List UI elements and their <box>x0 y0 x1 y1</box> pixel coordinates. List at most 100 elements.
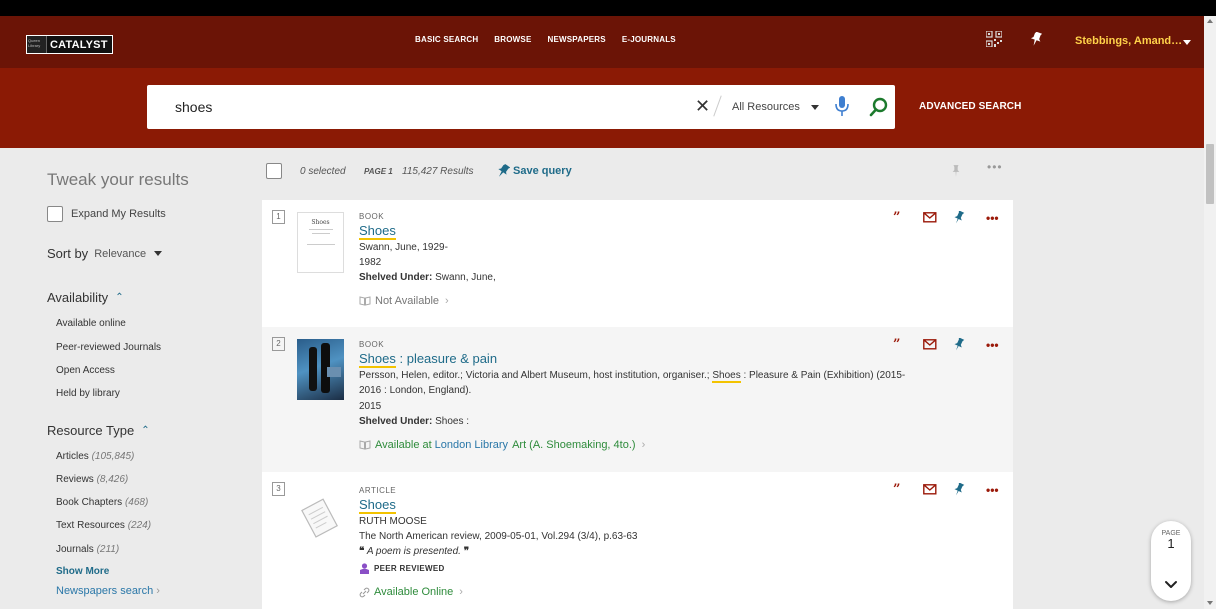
qr-code-icon[interactable] <box>986 31 1002 47</box>
pin-icon[interactable] <box>953 338 986 351</box>
shelved-label: Shelved Under: <box>359 272 433 283</box>
result-author: RUTH MOOSE <box>359 516 427 527</box>
book-cover-thumbnail[interactable] <box>297 339 344 400</box>
more-icon[interactable]: ••• <box>986 338 999 352</box>
clear-search-icon[interactable]: ✕ <box>695 97 710 115</box>
result-card-3[interactable]: 3 ARTICLE Shoes RUTH MOOSE The North Ame… <box>262 472 1013 609</box>
facet-label[interactable]: Book Chapters <box>56 497 122 508</box>
newspapers-search-link[interactable]: Newspapers search › <box>56 585 160 597</box>
results-count: 115,427 Results <box>402 166 474 177</box>
article-thumbnail-icon[interactable] <box>299 497 341 541</box>
scope-caret-icon[interactable] <box>811 105 819 110</box>
pin-icon[interactable] <box>953 483 986 496</box>
scroll-up-icon[interactable] <box>1207 19 1213 23</box>
result-card-2[interactable]: 2 BOOK Shoes : pleasure & pain Persson, … <box>262 327 1013 472</box>
expand-label[interactable]: Expand My Results <box>71 208 166 220</box>
sort-by-value[interactable]: Relevance <box>94 248 146 260</box>
facet-book-chapters[interactable]: Book Chapters (468) <box>56 497 148 508</box>
select-all-checkbox[interactable] <box>266 163 282 179</box>
book-icon <box>359 440 371 450</box>
facet-reviews[interactable]: Reviews (8,426) <box>56 474 128 485</box>
expand-checkbox[interactable] <box>47 206 63 222</box>
advanced-search-link[interactable]: ADVANCED SEARCH <box>919 101 1021 112</box>
search-icon[interactable] <box>869 97 889 117</box>
availability-facet-title[interactable]: Availability ⌃ <box>47 290 124 305</box>
more-icon[interactable]: ••• <box>986 211 999 225</box>
facet-label[interactable]: Text Resources <box>56 520 125 531</box>
result-actions: ” ••• <box>893 482 999 497</box>
result-title[interactable]: Shoes : pleasure & pain <box>359 351 497 368</box>
result-title[interactable]: Shoes <box>359 497 396 514</box>
nav-newspapers[interactable]: NEWSPAPERS <box>548 35 606 44</box>
availability-text[interactable]: Available Online <box>374 586 453 598</box>
facet-peer-reviewed[interactable]: Peer-reviewed Journals <box>56 342 161 353</box>
book-cover-thumbnail[interactable]: Shoes <box>297 212 344 273</box>
more-icon[interactable]: ••• <box>986 483 999 497</box>
authors-highlight: Shoes <box>712 370 741 383</box>
facet-available-online[interactable]: Available online <box>56 318 126 329</box>
facet-label[interactable]: Journals <box>56 544 94 555</box>
expand-results-toggle[interactable]: Expand My Results <box>47 206 166 222</box>
facet-label[interactable]: Reviews <box>56 474 94 485</box>
page-navigator[interactable]: PAGE 1 <box>1151 521 1191 601</box>
result-author: Swann, June, 1929- <box>359 242 448 253</box>
sort-by[interactable]: Sort by Relevance <box>47 246 163 261</box>
search-input[interactable]: shoes <box>175 99 212 115</box>
scope-select[interactable]: All Resources <box>732 101 800 113</box>
scroll-thumb[interactable] <box>1206 144 1214 204</box>
chevron-up-icon[interactable]: ⌃ <box>141 425 149 436</box>
facet-label[interactable]: Articles <box>56 451 89 462</box>
availability-status[interactable]: Not Available › <box>359 295 449 307</box>
close-quote-icon: ❞ <box>463 546 470 557</box>
facet-open-access[interactable]: Open Access <box>56 365 115 376</box>
email-icon[interactable] <box>923 212 953 223</box>
quote-icon[interactable]: ” <box>893 210 923 225</box>
nav-basic-search[interactable]: BASIC SEARCH <box>415 35 478 44</box>
availability-location[interactable]: London Library <box>435 439 508 451</box>
facet-articles[interactable]: Articles (105,845) <box>56 451 134 462</box>
title-highlight[interactable]: Shoes <box>359 351 396 368</box>
availability-title[interactable]: Availability <box>47 290 108 305</box>
newspapers-search-label[interactable]: Newspapers search <box>56 585 153 597</box>
pin-icon[interactable] <box>953 211 986 224</box>
result-card-1[interactable]: 1 Shoes BOOK Shoes Swann, June, 1929- 19… <box>262 200 1013 327</box>
facet-text-resources[interactable]: Text Resources (224) <box>56 520 151 531</box>
pin-all-icon[interactable] <box>951 164 961 178</box>
facet-journals[interactable]: Journals (211) <box>56 544 119 555</box>
resource-type-title[interactable]: Resource Type <box>47 423 134 438</box>
resource-type-facet-title[interactable]: Resource Type ⌃ <box>47 423 150 438</box>
availability-shelf[interactable]: Art (A. Shoemaking, 4to.) <box>512 439 636 451</box>
chevron-up-icon[interactable]: ⌃ <box>115 292 123 303</box>
more-icon[interactable]: ••• <box>987 160 1003 174</box>
pinned-items-icon[interactable] <box>1030 32 1042 46</box>
email-icon[interactable] <box>923 484 953 495</box>
result-title[interactable]: Shoes <box>359 223 396 240</box>
chevron-down-icon[interactable] <box>1163 576 1179 592</box>
user-menu-caret-icon[interactable] <box>1183 40 1191 45</box>
availability-text[interactable]: Not Available <box>375 295 439 307</box>
title-rest[interactable]: : pleasure & pain <box>396 351 497 366</box>
logo[interactable]: Queen Library CATALYST <box>26 35 113 54</box>
availability-status[interactable]: Available Online › <box>359 586 463 598</box>
page-scrollbar[interactable] <box>1204 16 1216 609</box>
quote-icon[interactable]: ” <box>893 482 923 497</box>
availability-prefix[interactable]: Available at <box>375 439 432 451</box>
chevron-right-icon: › <box>156 585 160 597</box>
nav-browse[interactable]: BROWSE <box>494 35 531 44</box>
title-highlight[interactable]: Shoes <box>359 223 396 240</box>
show-more-link[interactable]: Show More <box>56 566 109 577</box>
microphone-icon[interactable] <box>835 95 849 117</box>
sort-caret-icon[interactable] <box>154 251 163 256</box>
result-type: ARTICLE <box>359 486 397 495</box>
nav-e-journals[interactable]: E-JOURNALS <box>622 35 676 44</box>
save-query-label[interactable]: Save query <box>513 165 572 177</box>
title-highlight[interactable]: Shoes <box>359 497 396 514</box>
email-icon[interactable] <box>923 339 953 350</box>
save-query-button[interactable]: Save query <box>496 164 572 178</box>
facet-held-by-library[interactable]: Held by library <box>56 388 120 399</box>
scroll-down-icon[interactable] <box>1207 601 1213 605</box>
user-menu[interactable]: Stebbings, Amand… <box>1075 35 1182 47</box>
quote-icon[interactable]: ” <box>893 337 923 352</box>
search-box: shoes ✕ All Resources <box>147 85 895 129</box>
availability-status[interactable]: Available at London Library Art (A. Shoe… <box>359 439 645 451</box>
